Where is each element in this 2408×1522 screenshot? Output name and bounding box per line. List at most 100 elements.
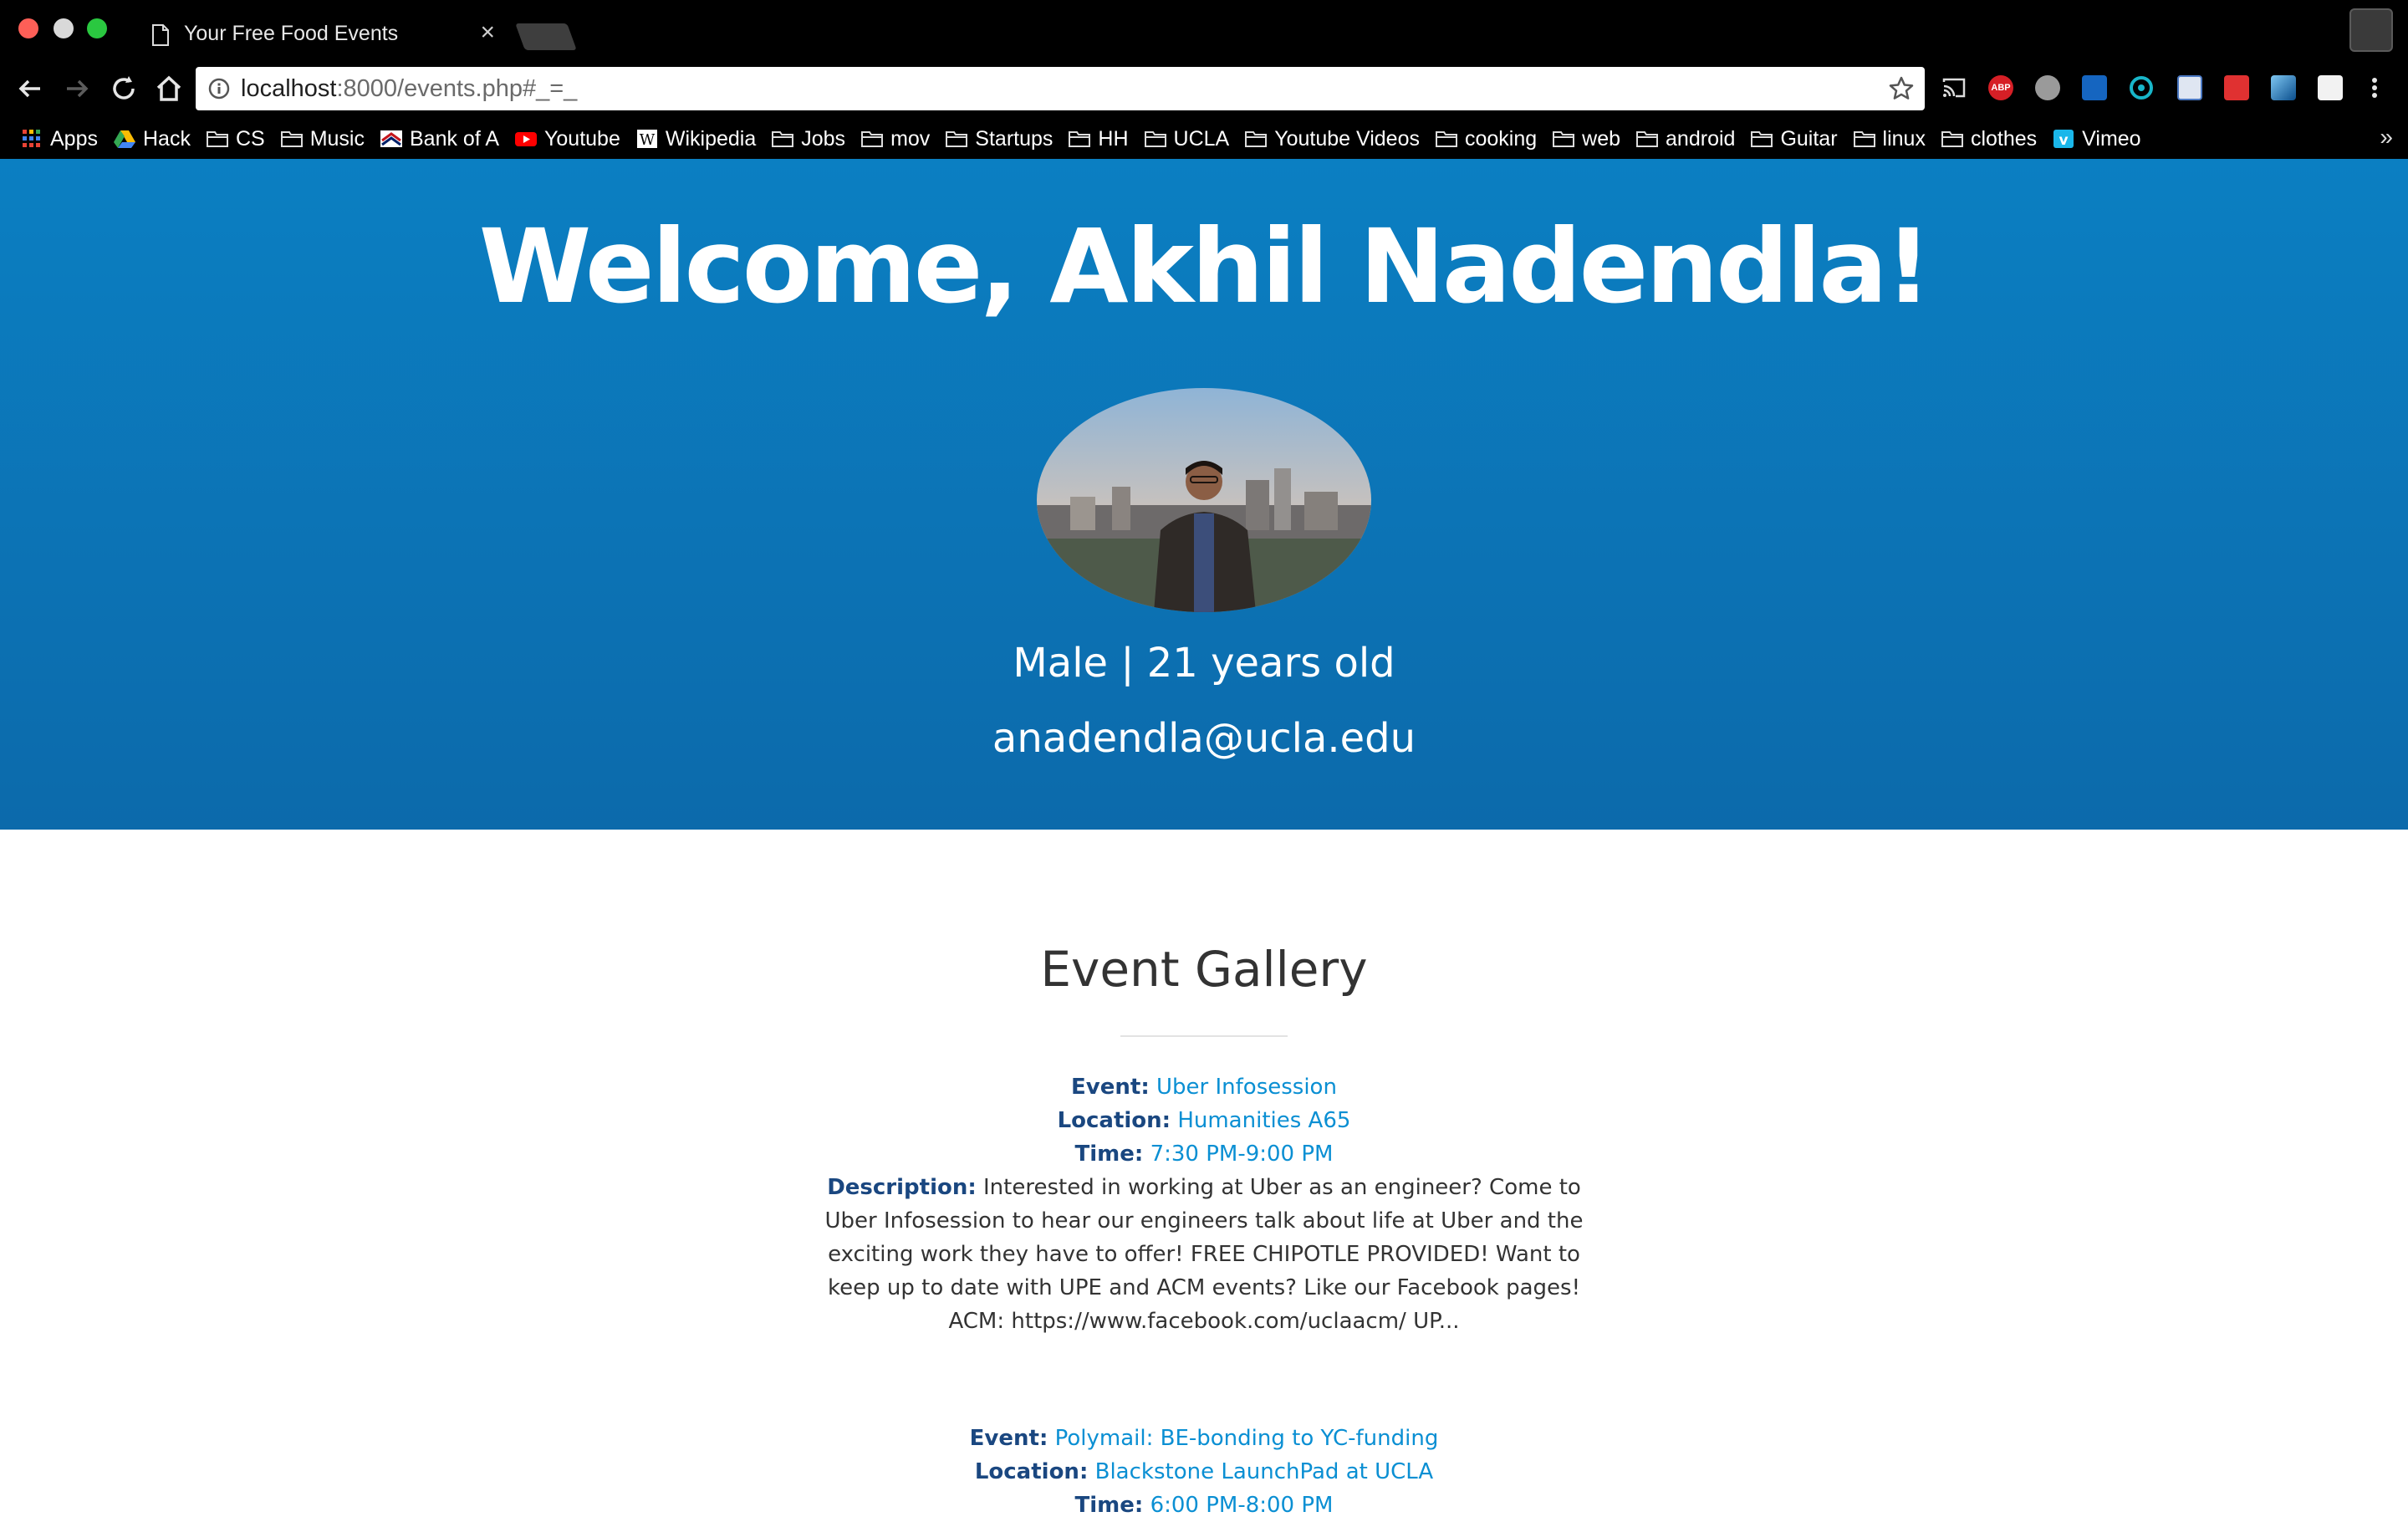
hand-extension-icon[interactable] bbox=[2082, 75, 2107, 100]
chat-extension-icon[interactable] bbox=[2035, 75, 2060, 100]
bookmark-label: Hack bbox=[142, 126, 191, 151]
bookmark-hack[interactable]: Hack bbox=[113, 127, 191, 151]
location-label: Location: bbox=[974, 1459, 1089, 1484]
browser-tab[interactable]: Your Free Food Events × bbox=[124, 10, 517, 59]
folder-icon bbox=[1635, 129, 1659, 149]
bookmark-label: Wikipedia bbox=[665, 126, 757, 151]
folder-icon bbox=[1552, 129, 1575, 149]
bookmark-label: Bank of A bbox=[409, 126, 500, 151]
event-card: Event: Uber Infosession Location: Humani… bbox=[819, 1070, 1589, 1338]
browser-tab-strip: Your Free Food Events × bbox=[0, 0, 2408, 59]
bookmark-label: HH bbox=[1098, 126, 1129, 151]
image-extension-icon[interactable] bbox=[2271, 75, 2296, 100]
google-drive-icon bbox=[113, 129, 136, 149]
bookmark-label: Youtube Videos bbox=[1274, 126, 1420, 151]
bookmark-label: Startups bbox=[975, 126, 1054, 151]
bookmark-label: Music bbox=[309, 126, 365, 151]
event-label: Event: bbox=[1071, 1075, 1150, 1100]
bookmark-star-icon[interactable] bbox=[1888, 75, 1915, 102]
bookmarks-bar: Apps Hack CS Music Bank of A Youtube W Wikipedi… bbox=[0, 119, 2408, 159]
bookmark-hh[interactable]: HH bbox=[1068, 126, 1129, 151]
bookmark-label: Youtube bbox=[544, 126, 620, 151]
bookmark-cooking[interactable]: cooking bbox=[1435, 127, 1537, 151]
lastpass-extension-icon[interactable] bbox=[2224, 75, 2249, 100]
bookmark-linux[interactable]: linux bbox=[1853, 127, 1926, 151]
minimize-window-button[interactable] bbox=[54, 18, 74, 38]
folder-icon bbox=[860, 129, 884, 149]
folder-icon bbox=[1144, 129, 1167, 149]
bookmark-android[interactable]: android bbox=[1635, 127, 1735, 151]
bookmark-label: cooking bbox=[1464, 126, 1538, 151]
tab-title: Your Free Food Events bbox=[184, 22, 399, 45]
event-time: 6:00 PM-8:00 PM bbox=[1150, 1493, 1334, 1518]
bookmark-bank-of-a[interactable]: Bank of A bbox=[380, 127, 499, 151]
welcome-heading: Welcome, Akhil Nadendla! bbox=[478, 207, 1932, 326]
bookmark-clothes[interactable]: clothes bbox=[1941, 127, 2037, 151]
page-icon bbox=[152, 24, 169, 46]
forward-arrow-icon[interactable] bbox=[60, 72, 94, 105]
back-arrow-icon[interactable] bbox=[13, 72, 47, 105]
bookmark-startups[interactable]: Startups bbox=[945, 127, 1053, 151]
bookmark-music[interactable]: Music bbox=[280, 127, 365, 151]
reload-icon[interactable] bbox=[107, 72, 140, 105]
bookmark-label: Jobs bbox=[801, 126, 846, 151]
address-bar[interactable]: localhost:8000/events.php#_=_ bbox=[196, 67, 1925, 110]
maximize-window-button[interactable] bbox=[87, 18, 107, 38]
vimeo-icon: v bbox=[2052, 129, 2075, 149]
site-info-icon[interactable] bbox=[207, 77, 231, 100]
bookmark-youtube-videos[interactable]: Youtube Videos bbox=[1244, 127, 1420, 151]
email-text: anadendla@ucla.edu bbox=[992, 715, 1416, 762]
bookmark-label: mov bbox=[890, 126, 931, 151]
folder-icon bbox=[1750, 129, 1773, 149]
profile-button[interactable] bbox=[2349, 8, 2393, 52]
tab-close-icon[interactable]: × bbox=[480, 18, 495, 47]
bookmark-label: Vimeo bbox=[2082, 126, 2141, 151]
adblock-extension-icon[interactable]: ABP bbox=[1988, 75, 2013, 100]
bookmark-web[interactable]: web bbox=[1552, 127, 1620, 151]
bookmark-cs[interactable]: CS bbox=[206, 127, 265, 151]
event-name-link[interactable]: Uber Infosession bbox=[1156, 1075, 1337, 1100]
new-tab-button[interactable] bbox=[515, 23, 577, 50]
url-text[interactable]: localhost:8000/events.php#_=_ bbox=[241, 74, 577, 104]
bookmark-apps[interactable]: Apps bbox=[20, 127, 98, 151]
bookmark-label: Guitar bbox=[1780, 126, 1838, 151]
bookmark-label: UCLA bbox=[1173, 126, 1230, 151]
avatar-photo bbox=[1037, 388, 1371, 612]
svg-text:v: v bbox=[2059, 132, 2069, 149]
cast-icon[interactable] bbox=[1941, 75, 1967, 100]
grammarly-extension-icon[interactable] bbox=[2129, 75, 2154, 100]
event-location-link[interactable]: Blackstone LaunchPad at UCLA bbox=[1095, 1459, 1434, 1484]
bookmark-label: web bbox=[1582, 126, 1621, 151]
url-path: :8000/events.php#_=_ bbox=[336, 75, 578, 102]
bookmark-jobs[interactable]: Jobs bbox=[771, 127, 845, 151]
event-name-link[interactable]: Polymail: BE-bonding to YC-funding bbox=[1055, 1426, 1439, 1451]
screenshot-extension-icon[interactable] bbox=[2177, 75, 2202, 100]
folder-icon bbox=[1068, 129, 1091, 149]
event-card: Event: Polymail: BE-bonding to YC-fundin… bbox=[819, 1422, 1589, 1522]
bookmark-label: CS bbox=[235, 126, 265, 151]
bookmark-wikipedia[interactable]: W Wikipedia bbox=[635, 127, 756, 151]
bookmark-label: Apps bbox=[50, 126, 98, 151]
bookmark-youtube[interactable]: Youtube bbox=[514, 127, 620, 151]
event-location-link[interactable]: Humanities A65 bbox=[1177, 1108, 1350, 1133]
home-icon[interactable] bbox=[152, 72, 186, 105]
folder-icon bbox=[280, 129, 304, 149]
close-window-button[interactable] bbox=[18, 18, 38, 38]
bookmark-ucla[interactable]: UCLA bbox=[1144, 126, 1230, 151]
bookmark-vimeo[interactable]: v Vimeo bbox=[2052, 126, 2141, 151]
folder-icon bbox=[1435, 129, 1458, 149]
wikipedia-icon: W bbox=[635, 129, 659, 149]
time-label: Time: bbox=[1074, 1142, 1144, 1167]
bookmarks-overflow-chevron-icon[interactable]: » bbox=[2380, 124, 2393, 151]
url-host: localhost bbox=[241, 75, 337, 102]
time-label: Time: bbox=[1074, 1493, 1144, 1518]
event-label: Event: bbox=[969, 1426, 1048, 1451]
menu-kebab-icon[interactable] bbox=[2366, 75, 2383, 100]
folder-icon bbox=[771, 129, 794, 149]
youtube-icon bbox=[514, 129, 538, 149]
profile-avatar bbox=[1037, 388, 1371, 612]
bookmark-guitar[interactable]: Guitar bbox=[1750, 126, 1838, 151]
bookmark-mov[interactable]: mov bbox=[860, 127, 930, 151]
blank-extension-icon[interactable] bbox=[2318, 75, 2343, 100]
apps-grid-icon bbox=[20, 129, 43, 149]
